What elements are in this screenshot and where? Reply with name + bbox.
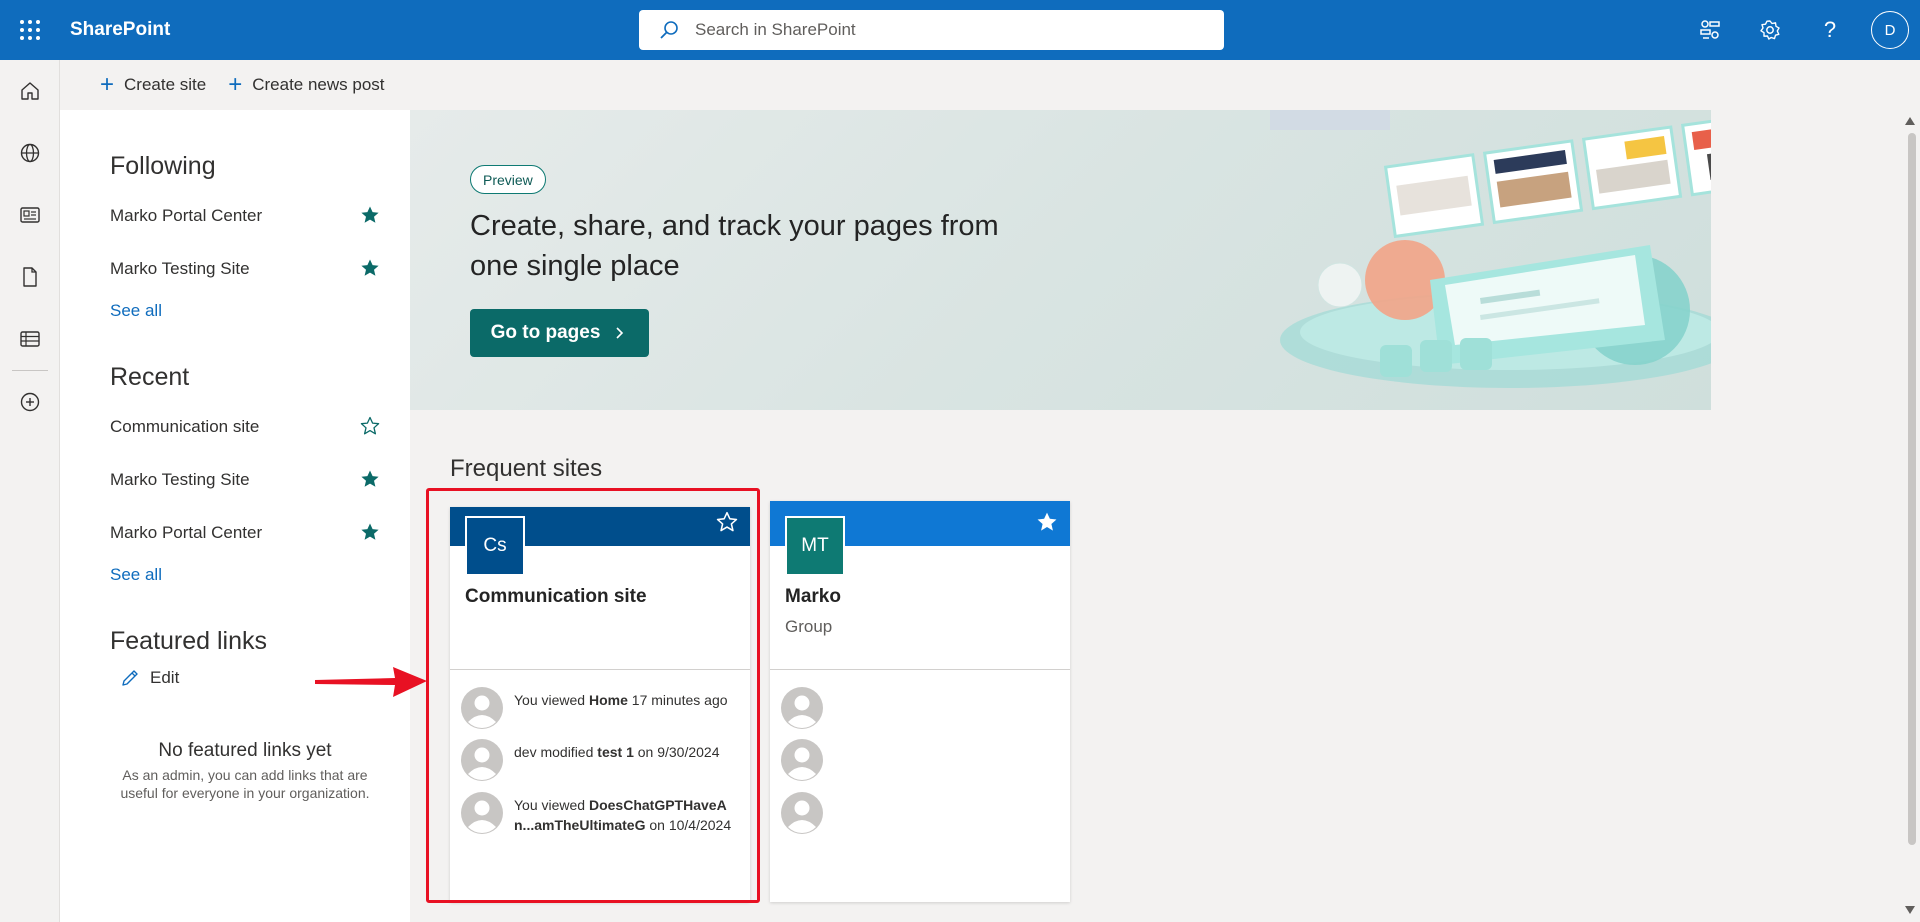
create-site-label: Create site [124,75,207,94]
banner-illustration [1270,110,1711,388]
person-avatar-icon [781,739,823,781]
list-icon [20,331,40,347]
waffle-icon [20,20,40,40]
rail-news[interactable] [0,184,60,246]
person-avatar-icon [781,792,823,834]
pencil-icon [122,670,138,686]
gear-icon [1760,20,1780,40]
red-arrow-icon [315,667,427,697]
app-name[interactable]: SharePoint [70,19,170,41]
recent-item-label: Communication site [110,416,260,436]
create-news-post-label: Create news post [252,75,385,94]
app-switcher-button[interactable] [1680,0,1740,60]
following-item[interactable]: Marko Portal Center [110,189,380,242]
file-icon [23,267,37,287]
home-icon [21,82,39,100]
app-launcher-button[interactable] [0,0,60,60]
help-button[interactable]: ? [1800,0,1860,60]
recent-item[interactable]: Communication site [110,400,380,453]
go-to-pages-label: Go to pages [490,322,601,343]
add-circle-icon [20,392,40,412]
recent-item[interactable]: Marko Testing Site [110,453,380,506]
highlight-box [426,488,760,903]
left-panel: Following Marko Portal Center Marko Test… [60,110,410,922]
preview-badge: Preview [470,165,546,194]
person-avatar-icon [781,687,823,729]
help-icon: ? [1823,17,1837,42]
no-featured-links-description: As an admin, you can add links that are … [120,767,370,801]
settings-button[interactable] [1740,0,1800,60]
edit-label: Edit [150,668,180,687]
news-icon [20,207,40,223]
following-heading: Following [110,152,216,180]
scroll-up-icon[interactable] [1905,117,1915,125]
site-name[interactable]: Marko [785,586,841,608]
no-featured-links-title: No featured links yet [158,740,332,761]
scroll-down-icon[interactable] [1905,906,1915,914]
app-rail [0,60,60,922]
featured-links-heading: Featured links [110,627,268,655]
rail-create[interactable] [0,371,60,433]
recent-item[interactable]: Marko Portal Center [110,506,380,559]
top-bar: SharePoint Search in SharePoint ? D [0,0,1920,60]
sites-icon [1700,20,1720,39]
account-avatar[interactable]: D [1871,11,1909,49]
plus-icon: + [228,71,243,98]
command-bar: + Create site + Create news post [60,60,1920,110]
star-filled-icon[interactable] [360,258,380,278]
banner-title: Create, share, and track your pages from… [470,210,999,282]
search-icon [660,21,678,39]
frequent-sites-heading: Frequent sites [450,455,603,482]
go-to-pages-button[interactable]: Go to pages [470,309,649,357]
chevron-right-icon [616,327,624,339]
pages-banner: Preview Create, share, and track your pa… [410,110,1711,410]
recent-item-label: Marko Testing Site [110,469,250,489]
following-see-all-link[interactable]: See all [110,301,410,321]
following-item-label: Marko Portal Center [110,205,263,225]
create-news-post-button[interactable]: + Create news post [228,73,384,97]
rail-sites[interactable] [0,122,60,184]
star-filled-icon[interactable] [360,522,380,542]
star-filled-icon[interactable] [360,469,380,489]
recent-heading: Recent [110,363,190,391]
site-type: Group [785,617,833,636]
star-filled-icon[interactable] [360,205,380,225]
recent-see-all-link[interactable]: See all [110,565,410,585]
search-box[interactable]: Search in SharePoint [639,10,1224,50]
star-outline-icon[interactable] [360,416,380,436]
site-logo: MT [785,516,845,576]
plus-icon: + [100,71,115,98]
top-right-icons: ? D [1680,0,1920,60]
rail-files[interactable] [0,246,60,308]
create-site-button[interactable]: + Create site [100,73,206,97]
site-card-marko[interactable]: MT Marko Group [770,501,1070,902]
globe-icon [20,143,40,163]
following-item-label: Marko Testing Site [110,258,250,278]
star-filled-icon[interactable] [1036,511,1058,533]
rail-home[interactable] [0,60,60,122]
card-divider [770,669,1070,670]
following-item[interactable]: Marko Testing Site [110,242,380,295]
recent-item-label: Marko Portal Center [110,522,263,542]
scrollbar-thumb[interactable] [1908,133,1916,845]
rail-lists[interactable] [0,308,60,370]
search-input[interactable]: Search in SharePoint [695,20,856,40]
